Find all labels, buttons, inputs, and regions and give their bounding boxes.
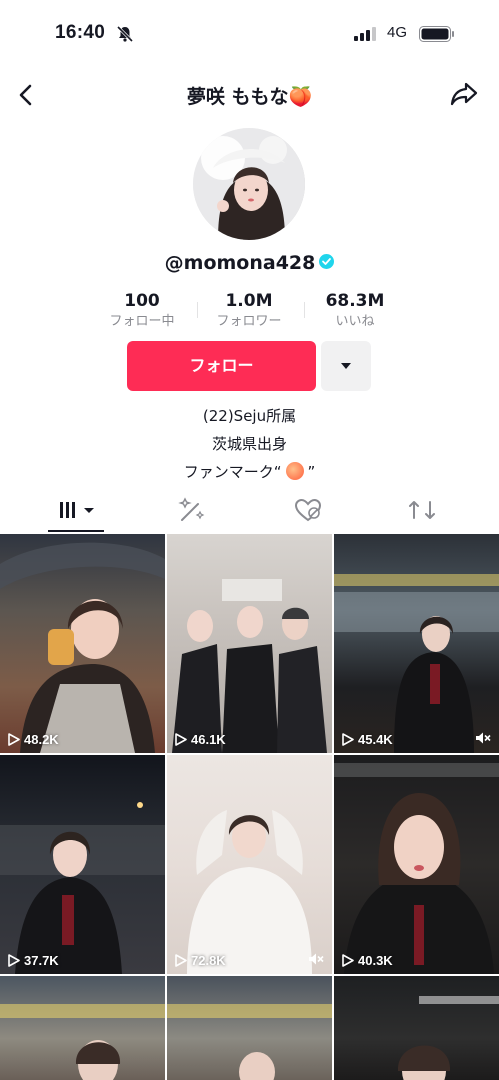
peach-emoji-icon <box>285 461 304 480</box>
thumbnail-image <box>334 763 499 974</box>
view-count-text: 48.2K <box>24 731 59 747</box>
video-view-count: 48.2K <box>8 732 59 747</box>
stat-likes-label: いいね <box>335 314 375 329</box>
thumbnail-image <box>172 579 327 753</box>
network-type: 4G <box>387 24 408 41</box>
stat-followers-value: 1.0M <box>225 291 273 311</box>
status-bar: 16:40 4G <box>0 0 499 68</box>
video-thumbnail[interactable] <box>0 976 165 1080</box>
video-thumbnail[interactable]: 37.7K <box>0 755 165 974</box>
stat-following[interactable]: 100 フォロー中 <box>92 290 192 331</box>
thumbnail-image <box>397 996 499 1080</box>
bio-fanmark: ファンマーク“ ” <box>0 461 499 482</box>
muted-speaker-icon <box>476 732 491 744</box>
active-tab-indicator <box>48 530 104 532</box>
thumbnail-image <box>0 802 165 974</box>
suggested-accounts-button[interactable] <box>321 341 371 391</box>
stat-following-value: 100 <box>124 291 160 311</box>
view-count-text: 37.7K <box>24 952 59 968</box>
bell-muted-icon <box>116 25 134 43</box>
bio-line: (22)Seju所属 <box>202 407 297 425</box>
view-count-text: 72.8K <box>191 952 226 968</box>
view-count-text: 45.4K <box>358 731 393 747</box>
fanmark-prefix: ファンマーク“ <box>183 463 282 481</box>
thumbnail-image <box>167 1004 332 1080</box>
profile-tabs <box>0 492 499 534</box>
fanmark-suffix: ” <box>307 463 316 481</box>
video-thumbnail[interactable]: 48.2K <box>0 534 165 753</box>
video-thumbnail[interactable] <box>334 976 499 1080</box>
tab-videos[interactable] <box>46 492 106 532</box>
verified-badge-icon <box>319 254 335 269</box>
username: @momona428 <box>0 252 499 274</box>
tab-liked[interactable] <box>278 492 338 532</box>
video-view-count: 45.4K <box>342 732 393 747</box>
video-thumbnail[interactable]: 46.1K <box>167 534 332 753</box>
video-thumbnail[interactable]: 40.3K <box>334 755 499 974</box>
muted-speaker-icon <box>309 953 324 965</box>
bio-line: 茨城県出身 <box>211 435 287 453</box>
repeat-icon <box>409 501 435 519</box>
tab-reposts[interactable] <box>162 492 222 532</box>
stat-likes: 68.3M いいね <box>305 290 405 331</box>
video-thumbnail[interactable]: 72.8K <box>167 755 332 974</box>
profile-stats: 100 フォロー中 1.0M フォロワー 68.3M いいね <box>100 290 400 334</box>
profile-title: 夢咲 ももな🍑 <box>186 86 313 108</box>
video-view-count: 40.3K <box>342 953 393 968</box>
caret-down-icon <box>341 363 351 369</box>
video-view-count: 37.7K <box>8 953 59 968</box>
stat-followers[interactable]: 1.0M フォロワー <box>199 290 299 331</box>
username-text: @momona428 <box>164 252 316 274</box>
thumbnail-image <box>0 542 165 753</box>
signal-icon <box>354 27 376 41</box>
view-count-text: 40.3K <box>358 952 393 968</box>
video-view-count: 72.8K <box>175 953 226 968</box>
avatar[interactable] <box>193 128 305 240</box>
follow-button[interactable]: フォロー <box>127 341 316 391</box>
heart-hidden-icon <box>294 498 322 522</box>
video-view-count: 46.1K <box>175 732 226 747</box>
status-time: 16:40 <box>55 22 106 43</box>
thumbnail-image <box>187 810 312 974</box>
thumbnail-image <box>0 1004 165 1080</box>
stat-followers-label: フォロワー <box>216 314 282 329</box>
share-icon[interactable] <box>449 80 479 108</box>
magic-wand-icon <box>178 497 205 521</box>
video-thumbnail[interactable]: 45.4K <box>334 534 499 753</box>
battery-icon <box>419 26 454 42</box>
view-count-text: 46.1K <box>191 731 226 747</box>
stat-following-label: フォロー中 <box>109 314 175 329</box>
tab-shared[interactable] <box>392 492 452 532</box>
stat-divider <box>197 302 198 318</box>
thumbnail-image <box>334 574 499 753</box>
grid-view-icon <box>60 502 94 518</box>
video-thumbnail[interactable] <box>167 976 332 1080</box>
stat-likes-value: 68.3M <box>325 291 385 311</box>
